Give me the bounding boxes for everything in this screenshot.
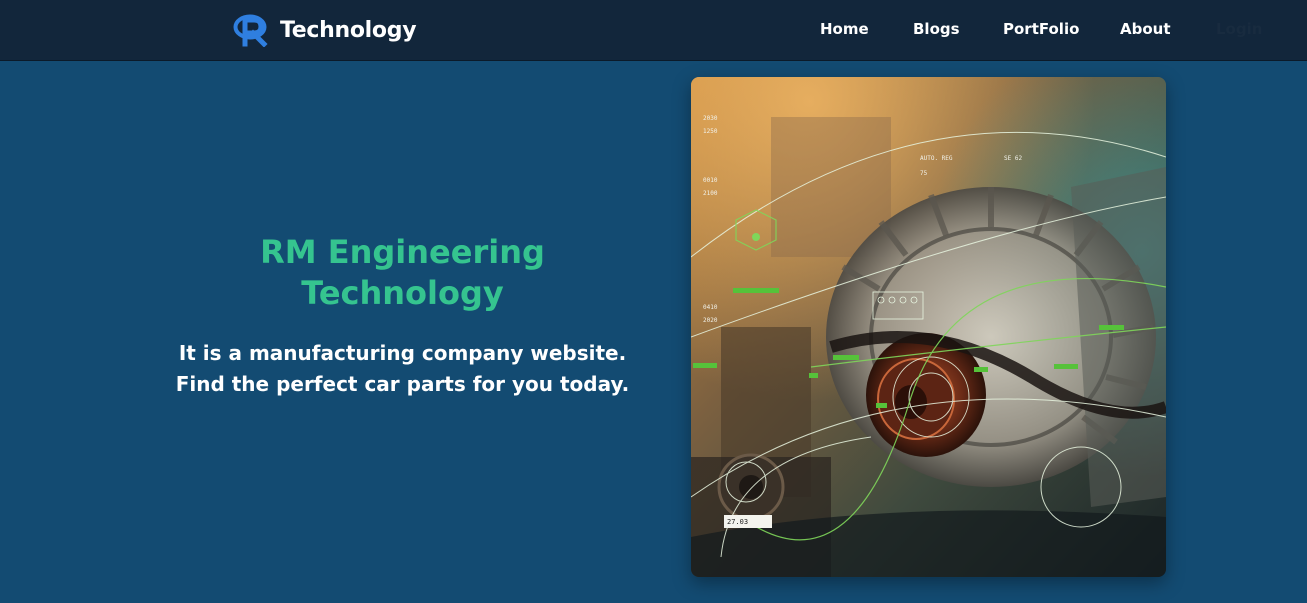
alternator-hud-image: 2030 1250 0010 2100 0410 2020 AUTO. REG …	[691, 77, 1166, 577]
hero-subtitle-line2: Find the perfect car parts for you today…	[175, 372, 630, 396]
hud-num-5: 0410	[703, 304, 718, 311]
hero-title-line1: RM Engineering	[260, 233, 545, 271]
hero-title-line2: Technology	[301, 274, 504, 312]
navbar: Technology Home Blogs PortFolio About Lo…	[0, 0, 1307, 61]
hud-num-4: 2100	[703, 190, 718, 197]
hud-num-1: 2030	[703, 115, 718, 122]
main-nav: Home Blogs PortFolio About Login	[0, 0, 1307, 61]
hero-section: RM Engineering Technology It is a manufa…	[150, 232, 655, 400]
nav-login[interactable]: Login	[1216, 20, 1262, 38]
nav-home[interactable]: Home	[820, 20, 869, 38]
nav-blogs[interactable]: Blogs	[913, 20, 960, 38]
hero-title: RM Engineering Technology	[150, 232, 655, 314]
hud-num-6: 2020	[703, 317, 718, 324]
alternator-illustration: 2030 1250 0010 2100 0410 2020 AUTO. REG …	[691, 77, 1166, 577]
hud-bottom-value: 27.03	[727, 518, 748, 526]
hero-subtitle: It is a manufacturing company website. F…	[150, 338, 655, 400]
nav-portfolio[interactable]: PortFolio	[1003, 20, 1079, 38]
nav-about[interactable]: About	[1120, 20, 1171, 38]
hud-num-3: 0010	[703, 177, 718, 184]
hero-subtitle-line1: It is a manufacturing company website.	[178, 341, 627, 365]
hud-readout-top: AUTO. REG	[920, 155, 953, 162]
hud-readout-right: SE 62	[1004, 155, 1022, 162]
hud-value-top: 75	[920, 170, 928, 177]
hud-num-2: 1250	[703, 128, 718, 135]
